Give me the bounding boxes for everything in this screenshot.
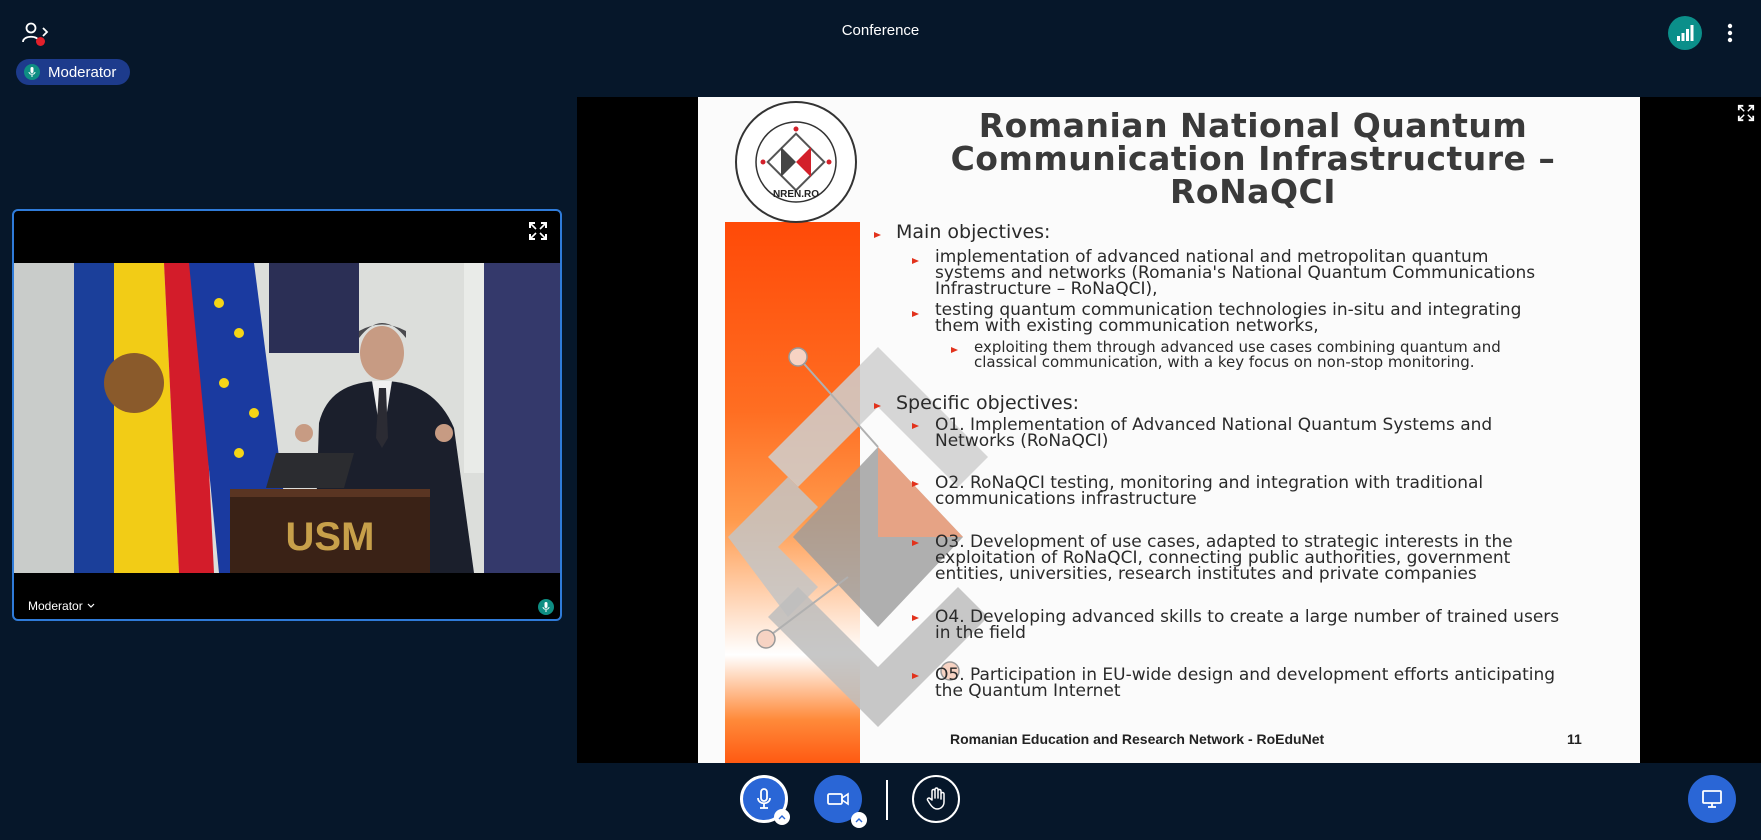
camera-icon — [827, 792, 849, 806]
chevron-down-icon — [87, 603, 95, 608]
main-objective-2: testing quantum communication technologi… — [935, 300, 1522, 336]
nren-logo: NREN.RO — [735, 101, 857, 223]
participant-name[interactable]: Moderator — [28, 599, 95, 613]
participant-talking-indicator — [538, 599, 554, 615]
raise-hand-icon — [926, 787, 945, 810]
slide-bullet — [912, 481, 919, 487]
specific-objective-4: O4. Developing advanced skills to create… — [935, 607, 1560, 643]
slide-title-line: Romanian National Quantum — [978, 106, 1528, 145]
slide-bullet — [874, 403, 881, 409]
logo-text: NREN.RO — [773, 189, 819, 200]
speaker-video-frame: USM — [14, 263, 560, 573]
presentation-area: NREN.RO Romanian National Quantum Commun… — [577, 97, 1761, 763]
more-options-button[interactable] — [1720, 18, 1740, 48]
slide-bullet — [912, 673, 919, 679]
main-objectives-heading: Main objectives: — [896, 221, 1051, 243]
specific-objective-1: O1. Implementation of Advanced National … — [935, 415, 1493, 451]
slide-bullet — [951, 347, 958, 353]
specific-objectives-heading: Specific objectives: — [896, 392, 1080, 414]
webcam-fullscreen-button[interactable] — [528, 221, 550, 243]
slide-bullet — [912, 311, 919, 317]
slide-bullet — [874, 232, 881, 238]
microphone-icon — [757, 788, 771, 809]
slide-bullet — [912, 423, 919, 429]
slide-title-line: RoNaQCI — [1169, 172, 1337, 211]
main-sub-objective: exploiting them through advanced use cas… — [974, 338, 1501, 371]
participant-name-label: Moderator — [28, 599, 83, 613]
talking-indicator — [24, 64, 40, 80]
microphone-options-button[interactable] — [774, 809, 790, 825]
app-title: Conference — [841, 22, 920, 39]
moderator-badge-label: Moderator — [48, 63, 117, 81]
microphone-button[interactable] — [740, 775, 790, 825]
screen-share-icon — [1702, 790, 1722, 808]
moderator-badge[interactable]: Moderator — [16, 59, 131, 85]
chevron-up-icon — [855, 818, 863, 823]
slide-bullet — [912, 258, 919, 264]
webcam-tile[interactable]: USM Moderator — [12, 209, 562, 621]
microphone-icon — [542, 602, 550, 612]
specific-objective-5: O5. Participation in EU-wide design and … — [935, 665, 1556, 701]
fullscreen-icon — [1737, 104, 1755, 122]
main-objective-1: implementation of advanced national and … — [935, 247, 1536, 299]
specific-objective-3: O3. Development of use cases, adapted to… — [935, 532, 1513, 584]
slide-bullet — [912, 540, 919, 546]
connection-status-button[interactable] — [1668, 16, 1702, 50]
podium-text: USM — [286, 515, 375, 559]
presentation-fullscreen-button[interactable] — [1737, 104, 1757, 124]
controls-divider — [886, 780, 888, 820]
chevron-up-icon — [778, 815, 786, 820]
microphone-icon — [28, 67, 36, 77]
slide-footer: Romanian Education and Research Network … — [950, 731, 1325, 747]
specific-objective-2: O2. RoNaQCI testing, monitoring and inte… — [935, 473, 1484, 509]
slide-page-number: 11 — [1567, 731, 1582, 747]
slide-title: Romanian National Quantum Communication … — [888, 109, 1618, 208]
presentation-slide: NREN.RO Romanian National Quantum Commun… — [698, 97, 1640, 763]
camera-options-button[interactable] — [851, 812, 867, 828]
fullscreen-icon — [529, 222, 547, 240]
webcam-video: USM — [14, 263, 560, 573]
slide-bullet — [912, 615, 919, 621]
slide-title-line: Communication Infrastructure – — [950, 139, 1556, 178]
screen-share-button[interactable] — [1688, 775, 1736, 823]
connection-status-icon — [1677, 25, 1694, 41]
camera-button[interactable] — [814, 775, 867, 828]
more-options-icon — [1727, 23, 1733, 43]
raise-hand-button[interactable] — [912, 775, 960, 823]
